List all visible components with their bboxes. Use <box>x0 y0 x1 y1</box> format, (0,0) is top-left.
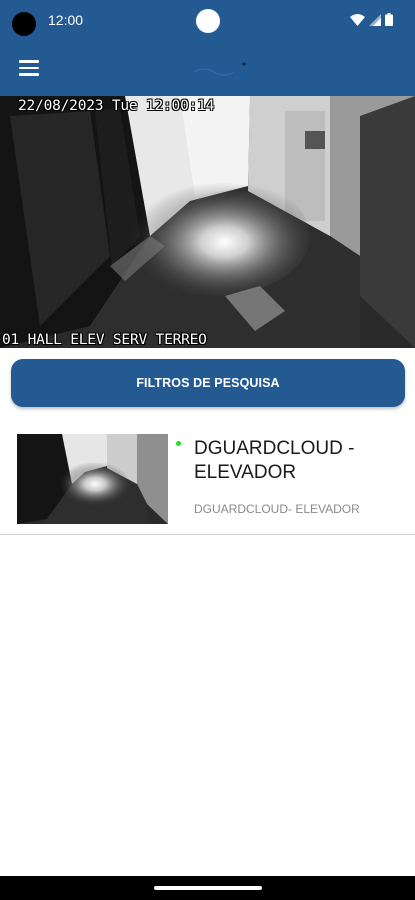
camera-live-feed[interactable]: 22/08/2023 Tue 12:00:14 01 HALL ELEV SER… <box>0 96 415 348</box>
status-time: 12:00 <box>48 12 84 28</box>
notification-dot <box>196 9 220 33</box>
hamburger-menu-icon[interactable] <box>14 54 44 82</box>
battery-icon <box>385 13 393 26</box>
signal-icon <box>369 13 381 26</box>
camera-cutout <box>12 12 36 36</box>
osd-camera-name: 01 HALL ELEV SERV TERREO <box>2 332 207 348</box>
status-bar: 12:00 <box>0 0 415 40</box>
system-navigation-bar <box>0 876 415 900</box>
camera-thumbnail <box>17 434 168 524</box>
camera-list-item[interactable]: DGUARDCLOUD - ELEVADOR DGUARDCLOUD- ELEV… <box>0 425 415 535</box>
home-gesture-pill[interactable] <box>154 886 262 890</box>
search-filters-button[interactable]: FILTROS DE PESQUISA <box>11 359 405 407</box>
camera-image <box>0 96 415 348</box>
osd-timestamp: 22/08/2023 Tue 12:00:14 <box>18 98 215 114</box>
app-logo <box>193 62 246 76</box>
wifi-icon <box>350 13 365 26</box>
status-icons <box>350 13 393 26</box>
app-bar <box>0 40 415 96</box>
camera-title: DGUARDCLOUD - ELEVADOR <box>194 438 355 483</box>
camera-subtitle: DGUARDCLOUD- ELEVADOR <box>194 502 360 516</box>
online-status-dot <box>176 441 181 446</box>
